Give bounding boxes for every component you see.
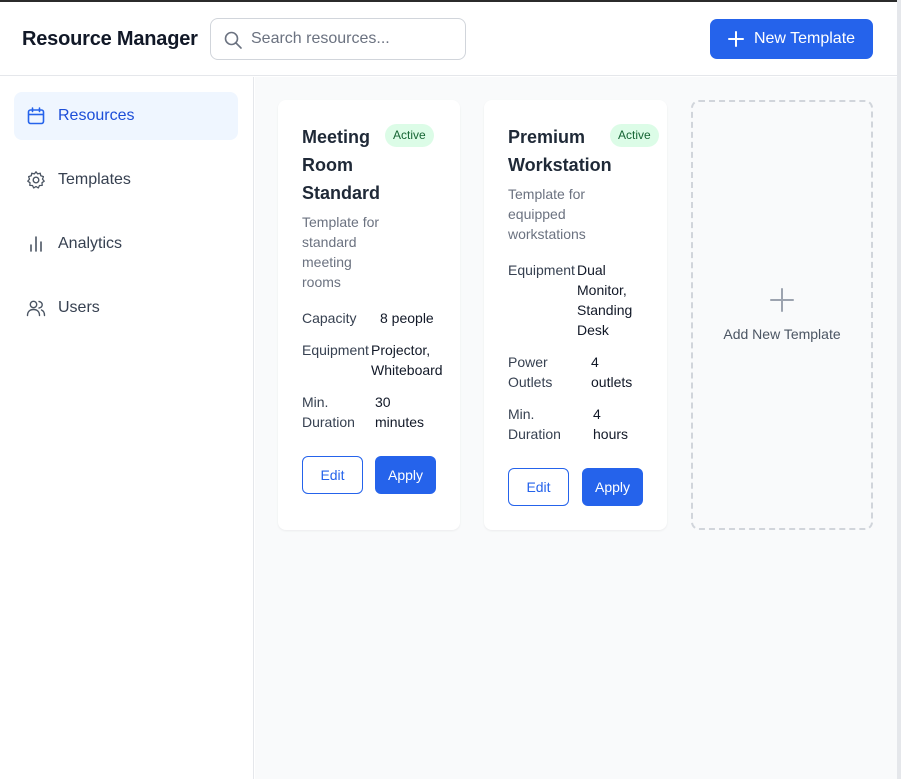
value-line: Standing	[577, 302, 633, 318]
plus-icon	[770, 288, 794, 312]
field-value-equipment: Projector, Whiteboard	[371, 340, 443, 380]
card-title: Premium Workstation	[508, 123, 612, 179]
label-line: Min.	[302, 394, 329, 410]
add-new-template-label: Add New Template	[723, 326, 841, 342]
value-line: 30	[375, 394, 391, 410]
sidebar-item-resources[interactable]: Resources	[14, 92, 238, 140]
field-value-equipment: Dual Monitor, Standing Desk	[577, 260, 632, 340]
edit-button[interactable]: Edit	[508, 468, 569, 506]
template-card-premium-workstation: Premium Workstation Active Template for …	[484, 100, 667, 530]
add-new-template-card[interactable]: Add New Template	[691, 100, 873, 530]
value-line: Projector,	[371, 342, 431, 358]
card-title-line: Room	[302, 155, 353, 175]
bar-chart-icon	[26, 234, 46, 254]
field-label-capacity: Capacity	[302, 310, 357, 326]
label-line: Power	[508, 354, 548, 370]
field-value-capacity: 8 people	[380, 310, 434, 326]
card-description: Template for standard meeting rooms	[302, 212, 379, 292]
value-line: outlets	[591, 374, 633, 390]
value-line: 4	[593, 406, 601, 422]
field-label-equipment: Equipment	[508, 262, 575, 278]
sidebar-item-label: Analytics	[58, 235, 123, 252]
new-template-label: New Template	[753, 30, 856, 47]
card-title-line: Standard	[302, 183, 381, 203]
sidebar-item-analytics[interactable]: Analytics	[14, 220, 238, 268]
search-icon	[224, 31, 242, 49]
label-line: Duration	[302, 414, 355, 430]
search-input[interactable]	[251, 19, 457, 59]
value-line: Dual	[577, 262, 606, 278]
scrollbar-track[interactable]	[897, 0, 901, 779]
card-title-line: Premium	[508, 127, 586, 147]
field-value-min-duration: 30 minutes	[375, 392, 424, 432]
desc-line: rooms	[302, 274, 341, 290]
users-icon	[26, 298, 46, 318]
apply-button[interactable]: Apply	[582, 468, 643, 506]
edit-button[interactable]: Edit	[302, 456, 363, 494]
status-badge: Active	[610, 124, 659, 147]
label-line: Min.	[508, 406, 535, 422]
sidebar-item-templates[interactable]: Templates	[14, 156, 238, 204]
field-label-power-outlets: Power Outlets	[508, 352, 552, 392]
sidebar-item-label: Resources	[58, 107, 135, 124]
card-title-line: Workstation	[508, 155, 612, 175]
field-label-equipment: Equipment	[302, 342, 369, 358]
status-badge: Active	[385, 124, 434, 147]
sidebar: Resources Templates Analytics Users	[0, 77, 254, 779]
sidebar-item-label: Users	[58, 299, 100, 316]
field-label-min-duration: Min. Duration	[302, 392, 355, 432]
header: Resource Manager New Template	[0, 2, 897, 76]
card-title-line: Meeting	[302, 127, 371, 147]
desc-line: Template for	[508, 186, 586, 202]
desc-line: equipped	[508, 206, 566, 222]
plus-icon	[727, 31, 744, 47]
card-description: Template for equipped workstations	[508, 184, 586, 244]
label-line: Outlets	[508, 374, 553, 390]
template-card-meeting-room: Meeting Room Standard Active Template fo…	[278, 100, 460, 530]
label-line: Duration	[508, 426, 561, 442]
value-line: minutes	[375, 414, 425, 430]
desc-line: meeting	[302, 254, 352, 270]
desc-line: workstations	[508, 226, 586, 242]
field-value-min-duration: 4 hours	[593, 404, 628, 444]
value-line: Monitor,	[577, 282, 627, 298]
sidebar-item-label: Templates	[58, 171, 131, 188]
value-line: 4	[591, 354, 599, 370]
value-line: Desk	[577, 322, 609, 338]
desc-line: standard	[302, 234, 357, 250]
field-value-power-outlets: 4 outlets	[591, 352, 632, 392]
app-title: Resource Manager	[22, 28, 198, 50]
card-title: Meeting Room Standard	[302, 123, 380, 207]
desc-line: Template for	[302, 214, 380, 230]
sidebar-item-users[interactable]: Users	[14, 284, 238, 332]
value-line: Whiteboard	[371, 362, 443, 378]
field-label-min-duration: Min. Duration	[508, 404, 561, 444]
search-box[interactable]	[210, 18, 466, 60]
main-content: Meeting Room Standard Active Template fo…	[255, 77, 897, 779]
calendar-icon	[26, 106, 46, 126]
value-line: hours	[593, 426, 629, 442]
apply-button[interactable]: Apply	[375, 456, 436, 494]
new-template-button[interactable]: New Template	[710, 19, 873, 59]
gear-icon	[26, 170, 46, 190]
